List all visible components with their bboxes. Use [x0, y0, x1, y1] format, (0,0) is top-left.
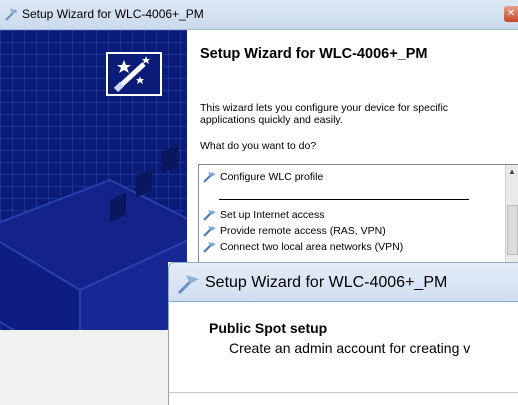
wizard-question: What do you want to do?	[200, 140, 317, 152]
wizard-heading: Setup Wizard for WLC-4006+_PM	[200, 46, 428, 62]
window-title: Setup Wizard for WLC-4006+_PM	[22, 7, 204, 21]
list-item-label: Set up Internet access	[220, 209, 325, 221]
scroll-thumb[interactable]	[507, 205, 518, 255]
title-bar[interactable]: Setup Wizard for WLC-4006+_PM ✕	[0, 0, 518, 30]
list-item-configure-wlc[interactable]: Configure WLC profile	[203, 169, 323, 185]
list-item-remote-access[interactable]: Provide remote access (RAS, VPN)	[203, 223, 386, 239]
wizard-arrow-icon	[203, 226, 216, 237]
page-heading: Public Spot setup	[209, 320, 328, 336]
list-separator	[219, 199, 469, 200]
header-divider	[169, 392, 518, 393]
wizard-arrow-icon	[177, 275, 199, 295]
title-bar[interactable]: Setup Wizard for WLC-4006+_PM	[168, 262, 518, 302]
list-item-internet-access[interactable]: Set up Internet access	[203, 207, 324, 223]
magic-wand-icon	[113, 56, 150, 93]
wizard-arrow-icon	[203, 210, 216, 221]
wizard-arrow-icon	[203, 242, 216, 253]
side-bottom-area	[0, 330, 187, 405]
page-subtitle: Create an admin account for creating v	[229, 340, 471, 356]
close-button[interactable]: ✕	[504, 6, 518, 22]
wizard-logo	[106, 52, 162, 96]
wizard-page: Public Spot setup Create an admin accoun…	[168, 302, 518, 405]
window-title: Setup Wizard for WLC-4006+_PM	[205, 274, 448, 291]
list-item-connect-lans[interactable]: Connect two local area networks (VPN)	[203, 239, 403, 255]
list-item-label: Configure WLC profile	[220, 171, 324, 183]
scroll-up-icon[interactable]: ▲	[508, 167, 516, 176]
wizard-description: This wizard lets you configure your devi…	[200, 102, 449, 126]
public-spot-wizard-window: Setup Wizard for WLC-4006+_PM Public Spo…	[168, 262, 518, 405]
wizard-arrow-icon	[203, 172, 216, 183]
list-item-label: Provide remote access (RAS, VPN)	[220, 225, 386, 237]
wizard-arrow-icon	[5, 8, 18, 21]
list-item-label: Connect two local area networks (VPN)	[220, 241, 404, 253]
